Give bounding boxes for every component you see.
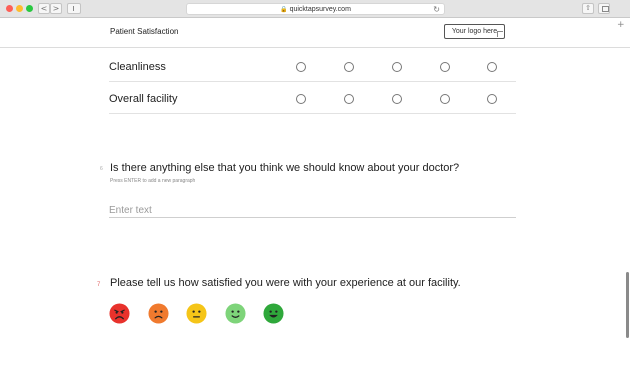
reload-icon[interactable]: ↻ [433,4,440,15]
matrix-row-label: Cleanliness [109,61,166,73]
matrix-row-cleanliness: Cleanliness [109,52,516,82]
share-icon: ⇧ [585,5,591,12]
logo-placeholder-label: Your logo here [451,28,498,35]
forward-button[interactable]: > [50,3,62,14]
matrix-row-label: Overall facility [109,93,178,105]
radio-option-1[interactable] [296,62,306,72]
chevron-right-icon: > [52,4,60,13]
address-bar[interactable]: 🔒 quicktapsurvey.com ↻ [186,3,445,15]
radio-option-3[interactable] [392,94,402,104]
dissatisfied-face-icon[interactable] [148,303,169,324]
question-number: 7 [97,282,101,288]
radio-option-4[interactable] [440,94,450,104]
logo-placeholder[interactable]: Your logo here [444,24,505,39]
matrix-row-overall-facility: Overall facility [109,84,516,114]
url-text: quicktapsurvey.com [289,6,351,13]
chevron-left-icon: < [40,4,48,13]
question-text: Is there anything else that you think we… [110,162,460,174]
radio-option-3[interactable] [392,62,402,72]
row-divider [109,113,516,114]
radio-option-4[interactable] [440,62,450,72]
question-hint: Press ENTER to add a new paragraph [110,178,196,184]
page-scrollbar[interactable] [626,272,629,338]
question-number: 6 [100,166,103,172]
back-button[interactable]: < [38,3,50,14]
neutral-face-icon[interactable] [186,303,207,324]
radio-option-1[interactable] [296,94,306,104]
survey-title: Patient Satisfaction [110,27,179,36]
share-button[interactable]: ⇧ [582,3,594,14]
new-tab-button[interactable]: + [617,20,625,30]
doctor-feedback-input[interactable] [109,203,516,218]
browser-toolbar: < > 🔒 quicktapsurvey.com ↻ ⇧ [0,0,630,18]
lock-icon: 🔒 [280,7,288,13]
radio-option-5[interactable] [487,94,497,104]
radio-option-2[interactable] [344,94,354,104]
question-text: Please tell us how satisfied you were wi… [110,277,461,289]
radio-option-2[interactable] [344,62,354,72]
row-divider [109,81,516,82]
show-tabs-button[interactable] [598,3,610,14]
very-dissatisfied-face-icon[interactable] [109,303,130,324]
close-window-button[interactable] [6,5,13,12]
zoom-window-button[interactable] [26,5,33,12]
header-divider [0,47,630,48]
satisfied-face-icon[interactable] [225,303,246,324]
very-satisfied-face-icon[interactable] [263,303,284,324]
radio-option-5[interactable] [487,62,497,72]
minimize-window-button[interactable] [16,5,23,12]
sidebar-toggle-button[interactable] [67,3,81,14]
resize-corner-icon [497,31,503,37]
